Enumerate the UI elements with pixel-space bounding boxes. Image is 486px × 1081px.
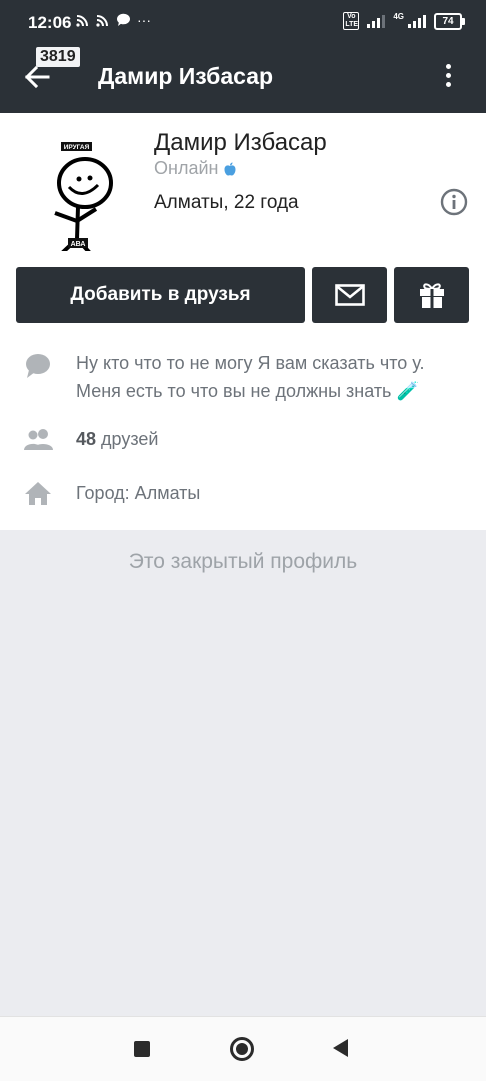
signal-icon: [367, 14, 386, 28]
status-text: Ну кто что то не могу Я вам сказать что …: [76, 349, 424, 405]
status-line: Меня есть то что вы не должны знать 🧪: [76, 381, 419, 401]
home-button[interactable]: [230, 1037, 254, 1061]
info-icon: [440, 188, 468, 216]
app-header: 3819 Дамир Избасар: [0, 40, 486, 113]
gift-button[interactable]: [394, 267, 469, 323]
online-status: Онлайн: [154, 158, 236, 179]
info-button[interactable]: [440, 188, 468, 216]
friends-count: 48: [76, 429, 97, 449]
dot: [445, 73, 451, 78]
more-dots-icon: ···: [137, 12, 151, 28]
envelope-icon: [334, 284, 365, 306]
friends-text[interactable]: 48 друзей: [76, 425, 158, 453]
cast-icon: [96, 15, 108, 27]
private-profile-notice: Это закрытый профиль: [128, 550, 358, 573]
page-title: Дамир Избасар: [98, 63, 274, 89]
more-menu-button[interactable]: [434, 60, 462, 94]
signal-icon: [408, 14, 426, 28]
chat-bubble-icon: [117, 13, 130, 26]
profile-location-age: Алматы, 22 года: [154, 192, 299, 213]
status-time: 12:06: [28, 13, 72, 32]
battery-icon: 74: [434, 12, 465, 30]
network-type: 4G: [393, 11, 404, 21]
friends-label: друзей: [96, 429, 159, 449]
cast-icon: [76, 15, 88, 27]
home-icon: [25, 482, 51, 505]
people-icon: [24, 429, 53, 450]
status-notifications: ···: [76, 12, 151, 28]
profile-name: Дамир Избасар: [154, 129, 327, 156]
avatar-bottom-text: АВА: [71, 241, 86, 248]
apple-icon: [224, 162, 236, 176]
recents-button[interactable]: [134, 1041, 150, 1057]
status-bar: 12:06 ··· Vo LTE 4G 74: [0, 0, 486, 40]
dot: [445, 82, 451, 87]
message-button[interactable]: [312, 267, 387, 323]
profile-card: ИРУГАЯ АВА Дамир Избасар Онлайн Алматы, …: [0, 113, 486, 530]
online-label: Онлайн: [154, 158, 219, 178]
avatar-drawing: ИРУГАЯ АВА: [54, 142, 113, 255]
chat-bubble-icon: [26, 354, 50, 378]
city-text: Город: Алматы: [76, 483, 201, 503]
avatar-top-text: ИРУГАЯ: [64, 144, 90, 151]
back-arrow-icon: [24, 65, 50, 89]
notification-counter: 3819: [36, 47, 80, 67]
volte-icon: Vo LTE: [343, 12, 360, 30]
status-system-icons: Vo LTE 4G 74: [343, 11, 465, 30]
system-nav-bar: [0, 1016, 486, 1081]
back-nav-button[interactable]: [333, 1039, 348, 1057]
add-friend-button[interactable]: Добавить в друзья: [16, 267, 305, 323]
avatar[interactable]: ИРУГАЯ АВА: [34, 127, 154, 255]
status-line: Ну кто что то не могу Я вам сказать что …: [76, 353, 425, 373]
gift-icon: [419, 283, 444, 308]
dot: [445, 64, 451, 69]
